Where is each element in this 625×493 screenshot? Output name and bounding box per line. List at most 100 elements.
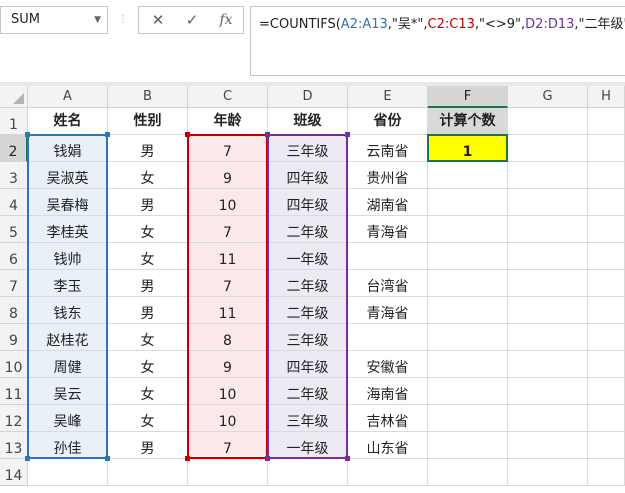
cell-e9[interactable] bbox=[348, 324, 428, 351]
cell-b9[interactable]: 女 bbox=[108, 324, 188, 351]
cell-e12[interactable]: 吉林省 bbox=[348, 405, 428, 432]
column-header-h[interactable]: H bbox=[588, 86, 625, 108]
cell-b13[interactable]: 男 bbox=[108, 432, 188, 459]
cell-a2[interactable]: 钱娟 bbox=[28, 135, 108, 162]
cell-f10[interactable] bbox=[428, 351, 508, 378]
cell-h3[interactable] bbox=[588, 162, 625, 189]
range-handle[interactable] bbox=[265, 132, 270, 137]
row-header-5[interactable]: 5 bbox=[0, 216, 28, 243]
cell-d11[interactable]: 二年级 bbox=[268, 378, 348, 405]
cell-d2[interactable]: 三年级 bbox=[268, 135, 348, 162]
cell-d3[interactable]: 四年级 bbox=[268, 162, 348, 189]
cell-a7[interactable]: 李玉 bbox=[28, 270, 108, 297]
cell-h13[interactable] bbox=[588, 432, 625, 459]
cell-a13[interactable]: 孙佳 bbox=[28, 432, 108, 459]
cell-h11[interactable] bbox=[588, 378, 625, 405]
range-handle[interactable] bbox=[105, 456, 110, 461]
cell-f11[interactable] bbox=[428, 378, 508, 405]
cell-e8[interactable]: 青海省 bbox=[348, 297, 428, 324]
cell-b11[interactable]: 女 bbox=[108, 378, 188, 405]
cell-e7[interactable]: 台湾省 bbox=[348, 270, 428, 297]
cell-g4[interactable] bbox=[508, 189, 588, 216]
cell-h6[interactable] bbox=[588, 243, 625, 270]
range-handle[interactable] bbox=[185, 132, 190, 137]
row-header-7[interactable]: 7 bbox=[0, 270, 28, 297]
cell-g9[interactable] bbox=[508, 324, 588, 351]
cell-g11[interactable] bbox=[508, 378, 588, 405]
cell-h1[interactable] bbox=[588, 108, 625, 135]
cell-c2[interactable]: 7 bbox=[188, 135, 268, 162]
cell-f5[interactable] bbox=[428, 216, 508, 243]
cell-d10[interactable]: 四年级 bbox=[268, 351, 348, 378]
column-header-e[interactable]: E bbox=[348, 86, 428, 108]
cell-f4[interactable] bbox=[428, 189, 508, 216]
row-header-11[interactable]: 11 bbox=[0, 378, 28, 405]
column-header-a[interactable]: A bbox=[28, 86, 108, 108]
cell-e2[interactable]: 云南省 bbox=[348, 135, 428, 162]
cell-h9[interactable] bbox=[588, 324, 625, 351]
insert-function-icon[interactable]: fx bbox=[209, 7, 243, 33]
cell-c8[interactable]: 11 bbox=[188, 297, 268, 324]
cell-h14[interactable] bbox=[588, 459, 625, 486]
cell-d6[interactable]: 一年级 bbox=[268, 243, 348, 270]
cell-f13[interactable] bbox=[428, 432, 508, 459]
row-header-1[interactable]: 1 bbox=[0, 108, 28, 135]
cell-e1[interactable]: 省份 bbox=[348, 108, 428, 135]
range-handle[interactable] bbox=[185, 456, 190, 461]
cell-d8[interactable]: 二年级 bbox=[268, 297, 348, 324]
cell-g5[interactable] bbox=[508, 216, 588, 243]
column-header-d[interactable]: D bbox=[268, 86, 348, 108]
cell-b6[interactable]: 女 bbox=[108, 243, 188, 270]
cell-f8[interactable] bbox=[428, 297, 508, 324]
cell-f12[interactable] bbox=[428, 405, 508, 432]
cell-g8[interactable] bbox=[508, 297, 588, 324]
cell-b5[interactable]: 女 bbox=[108, 216, 188, 243]
row-header-13[interactable]: 13 bbox=[0, 432, 28, 459]
cell-a6[interactable]: 钱帅 bbox=[28, 243, 108, 270]
cell-a4[interactable]: 吴春梅 bbox=[28, 189, 108, 216]
cell-h5[interactable] bbox=[588, 216, 625, 243]
cell-h4[interactable] bbox=[588, 189, 625, 216]
cell-c3[interactable]: 9 bbox=[188, 162, 268, 189]
cell-g12[interactable] bbox=[508, 405, 588, 432]
row-header-9[interactable]: 9 bbox=[0, 324, 28, 351]
cell-f6[interactable] bbox=[428, 243, 508, 270]
cancel-icon[interactable]: ✕ bbox=[141, 7, 175, 33]
cell-a3[interactable]: 吴淑英 bbox=[28, 162, 108, 189]
cell-c1[interactable]: 年龄 bbox=[188, 108, 268, 135]
cell-h2[interactable] bbox=[588, 135, 625, 162]
cell-c10[interactable]: 9 bbox=[188, 351, 268, 378]
cell-a12[interactable]: 吴峰 bbox=[28, 405, 108, 432]
cell-g6[interactable] bbox=[508, 243, 588, 270]
cell-b14[interactable] bbox=[108, 459, 188, 486]
cell-d5[interactable]: 二年级 bbox=[268, 216, 348, 243]
cell-a10[interactable]: 周健 bbox=[28, 351, 108, 378]
row-header-8[interactable]: 8 bbox=[0, 297, 28, 324]
column-header-g[interactable]: G bbox=[508, 86, 588, 108]
cell-e3[interactable]: 贵州省 bbox=[348, 162, 428, 189]
cell-f2[interactable]: 1 bbox=[428, 135, 508, 162]
cell-e11[interactable]: 海南省 bbox=[348, 378, 428, 405]
cell-a14[interactable] bbox=[28, 459, 108, 486]
row-header-12[interactable]: 12 bbox=[0, 405, 28, 432]
cell-b4[interactable]: 男 bbox=[108, 189, 188, 216]
cell-g3[interactable] bbox=[508, 162, 588, 189]
cell-g13[interactable] bbox=[508, 432, 588, 459]
row-header-14[interactable]: 14 bbox=[0, 459, 28, 486]
cell-c6[interactable]: 11 bbox=[188, 243, 268, 270]
cell-d9[interactable]: 三年级 bbox=[268, 324, 348, 351]
cell-d1[interactable]: 班级 bbox=[268, 108, 348, 135]
select-all-corner[interactable] bbox=[0, 86, 28, 108]
cell-a11[interactable]: 吴云 bbox=[28, 378, 108, 405]
enter-icon[interactable]: ✓ bbox=[175, 7, 209, 33]
row-header-3[interactable]: 3 bbox=[0, 162, 28, 189]
cell-d12[interactable]: 三年级 bbox=[268, 405, 348, 432]
column-header-b[interactable]: B bbox=[108, 86, 188, 108]
cell-e13[interactable]: 山东省 bbox=[348, 432, 428, 459]
cell-b10[interactable]: 女 bbox=[108, 351, 188, 378]
range-handle[interactable] bbox=[105, 132, 110, 137]
cell-c4[interactable]: 10 bbox=[188, 189, 268, 216]
row-header-4[interactable]: 4 bbox=[0, 189, 28, 216]
row-header-10[interactable]: 10 bbox=[0, 351, 28, 378]
cell-g1[interactable] bbox=[508, 108, 588, 135]
